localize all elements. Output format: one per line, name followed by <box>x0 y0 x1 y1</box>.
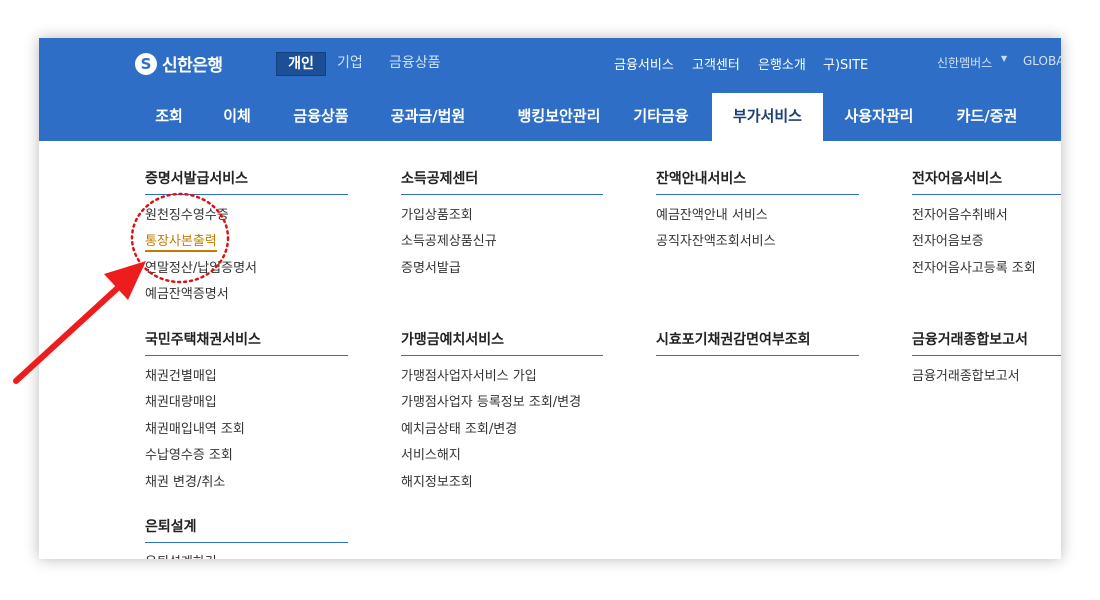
util-financial-services[interactable]: 금융서비스 <box>614 54 674 73</box>
shinhan-logo-icon: S <box>135 52 157 75</box>
nav-banking-security[interactable]: 뱅킹보안관리 <box>497 93 621 141</box>
group-title-income-deduction[interactable]: 소득공제센터 <box>401 168 603 195</box>
group-title-prescription-bond[interactable]: 시효포기채권감면여부조회 <box>656 329 859 356</box>
group-title-retirement[interactable]: 은퇴설계 <box>145 516 348 543</box>
link-financial-report[interactable]: 금융거래종합보고서 <box>912 365 1020 384</box>
nav-user-management[interactable]: 사용자관리 <box>834 93 924 141</box>
util-customer-center[interactable]: 고객센터 <box>692 54 740 73</box>
link-ebill-guarantee[interactable]: 전자어음보증 <box>912 230 984 249</box>
nav-additional-services[interactable]: 부가서비스 <box>712 93 823 141</box>
nav-inquiry[interactable]: 조회 <box>139 93 199 141</box>
link-ebill-endorse[interactable]: 전자어음수취배서 <box>912 204 1008 223</box>
link-payment-receipt[interactable]: 수납영수증 조회 <box>145 444 233 463</box>
nav-other-finance[interactable]: 기타금융 <box>621 93 701 141</box>
link-deposit-status[interactable]: 예치금상태 조회/변경 <box>401 418 517 437</box>
membership-link[interactable]: 신한멤버스 <box>937 54 992 71</box>
link-bond-purchase-history[interactable]: 채권매입내역 조회 <box>145 418 245 437</box>
link-ebill-accident[interactable]: 전자어음사고등록 조회 <box>912 257 1036 276</box>
group-title-housing-bond[interactable]: 국민주택채권서비스 <box>145 329 348 356</box>
bank-logo[interactable]: S 신한은행 <box>135 51 223 76</box>
link-subscribed-products[interactable]: 가입상품조회 <box>401 204 473 223</box>
chevron-down-icon[interactable]: ▼ <box>1001 54 1007 63</box>
util-bank-intro[interactable]: 은행소개 <box>758 54 806 73</box>
segment-corporate[interactable]: 기업 <box>337 52 363 72</box>
link-issue-certificate[interactable]: 증명서발급 <box>401 257 461 276</box>
segment-personal[interactable]: 개인 <box>276 52 326 76</box>
nav-card-securities[interactable]: 카드/증권 <box>942 93 1032 141</box>
group-title-financial-report[interactable]: 금융거래종합보고서 <box>912 329 1061 356</box>
segment-products[interactable]: 금융상품 <box>389 52 441 72</box>
util-old-site[interactable]: 구)SITE <box>823 54 868 73</box>
link-withholding-receipt[interactable]: 원천징수영수증 <box>145 204 229 223</box>
link-new-deduction-product[interactable]: 소득공제상품신규 <box>401 230 497 249</box>
link-balance-certificate[interactable]: 예금잔액증명서 <box>145 283 229 302</box>
nav-products[interactable]: 금융상품 <box>279 93 363 141</box>
link-passbook-copy[interactable]: 통장사본출력 <box>145 230 217 252</box>
link-bond-bulk-purchase[interactable]: 채권대량매입 <box>145 391 217 410</box>
link-service-terminate[interactable]: 서비스해지 <box>401 444 461 463</box>
group-title-balance-notice[interactable]: 잔액안내서비스 <box>656 168 859 195</box>
group-title-franchise-deposit[interactable]: 가맹금예치서비스 <box>401 329 603 356</box>
link-franchise-join[interactable]: 가맹점사업자서비스 가입 <box>401 365 537 384</box>
nav-utilities-court[interactable]: 공과금/법원 <box>376 93 480 141</box>
link-termination-info[interactable]: 해지정보조회 <box>401 471 473 490</box>
link-bond-single-purchase[interactable]: 채권건별매입 <box>145 365 217 384</box>
link-bond-change-cancel[interactable]: 채권 변경/취소 <box>145 471 225 490</box>
global-link[interactable]: GLOBA <box>1023 54 1061 68</box>
group-title-electronic-bill[interactable]: 전자어음서비스 <box>912 168 1061 195</box>
browser-viewport: S 신한은행 개인 기업 금융상품 금융서비스 고객센터 은행소개 구)SITE… <box>39 38 1061 559</box>
link-franchise-registration[interactable]: 가맹점사업자 등록정보 조회/변경 <box>401 391 581 410</box>
header-bar: S 신한은행 개인 기업 금융상품 금융서비스 고객센터 은행소개 구)SITE… <box>39 38 1061 141</box>
link-balance-notice-service[interactable]: 예금잔액안내 서비스 <box>656 204 768 223</box>
link-year-end-certificate[interactable]: 연말정산/납입증명서 <box>145 257 257 276</box>
link-official-balance-inquiry[interactable]: 공직자잔액조회서비스 <box>656 230 776 249</box>
group-title-certificates[interactable]: 증명서발급서비스 <box>145 168 348 195</box>
link-retirement-plan[interactable]: 은퇴설계하기 <box>145 551 217 559</box>
logo-text: 신한은행 <box>162 56 223 76</box>
nav-transfer[interactable]: 이체 <box>209 93 265 141</box>
